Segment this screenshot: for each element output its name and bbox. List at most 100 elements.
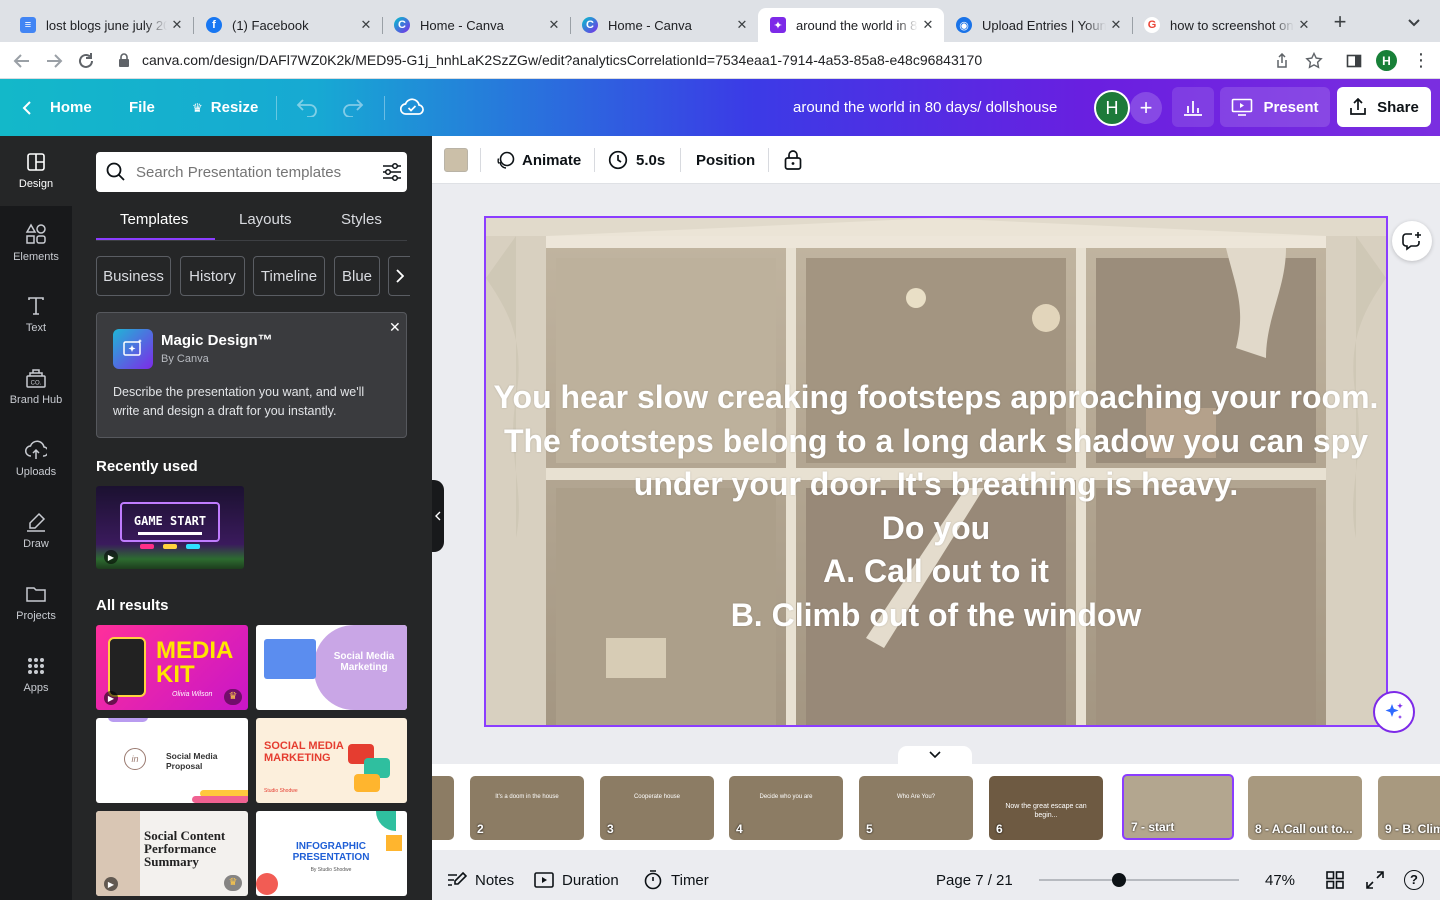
page-thumbnail-current[interactable]: 7 - start — [1122, 774, 1234, 840]
rail-item-apps[interactable]: Apps — [0, 640, 72, 710]
lock-icon[interactable] — [783, 149, 803, 171]
close-icon[interactable]: ✕ — [1106, 17, 1126, 33]
redo-icon[interactable] — [342, 97, 364, 117]
position-button[interactable]: Position — [696, 136, 755, 184]
tab-layouts[interactable]: Layouts — [239, 211, 292, 228]
close-icon[interactable]: ✕ — [544, 17, 564, 33]
page-thumbnail[interactable]: Cooperate house 3 — [600, 776, 714, 840]
home-button[interactable]: Home — [22, 79, 92, 136]
more-menu-icon[interactable]: ⋮ — [1412, 51, 1430, 69]
design-title[interactable]: around the world in 80 days/ dollshouse — [793, 79, 1057, 136]
tab-templates[interactable]: Templates — [120, 211, 188, 228]
browser-tab[interactable]: C Home - Canva ✕ — [382, 8, 571, 42]
result-template-thumbnail[interactable]: Social Media Marketing — [256, 625, 407, 710]
share-page-icon[interactable] — [1270, 49, 1294, 73]
undo-icon[interactable] — [296, 97, 318, 117]
browser-tab[interactable]: C Home - Canva ✕ — [570, 8, 758, 42]
notes-button[interactable]: Notes — [447, 860, 514, 900]
rail-label: Draw — [23, 538, 49, 550]
page-thumbnail[interactable]: 9 - B. Clim — [1378, 776, 1440, 840]
grid-view-icon[interactable] — [1326, 871, 1344, 889]
page-indicator[interactable]: Page 7 / 21 — [936, 860, 1013, 900]
rail-item-projects[interactable]: Projects — [0, 568, 72, 638]
recent-template-thumbnail[interactable]: GAME START ▶ — [96, 486, 244, 569]
filter-chip-blue[interactable]: Blue — [334, 256, 380, 296]
browser-tab[interactable]: f (1) Facebook ✕ — [194, 8, 383, 42]
duration-toggle-button[interactable]: Duration — [534, 860, 619, 900]
file-menu-button[interactable]: File — [129, 79, 155, 136]
help-icon[interactable]: ? — [1404, 870, 1424, 890]
rail-item-text[interactable]: Text — [0, 280, 72, 350]
filter-sliders-icon[interactable] — [381, 162, 403, 182]
back-arrow-icon[interactable] — [10, 49, 34, 73]
chips-scroll-right-button[interactable] — [388, 256, 410, 296]
search-input[interactable] — [136, 163, 366, 181]
close-icon[interactable]: ✕ — [732, 17, 752, 33]
rail-item-draw[interactable]: Draw — [0, 496, 72, 566]
add-collaborator-plus-icon[interactable]: + — [1130, 92, 1162, 124]
slide-story-text[interactable]: You hear slow creaking footsteps approac… — [486, 376, 1386, 637]
page-thumbnail[interactable]: Decide who you are 4 — [729, 776, 843, 840]
animate-button[interactable]: Animate — [496, 136, 581, 184]
design-panel: Templates Layouts Styles Business Histor… — [72, 136, 432, 900]
result-template-thumbnail[interactable]: Social Content Performance Summary ▶ ♛ — [96, 811, 248, 896]
reload-icon[interactable] — [74, 49, 98, 73]
browser-tab[interactable]: ◉ Upload Entries | Youn ✕ — [944, 8, 1133, 42]
lock-icon[interactable] — [118, 53, 130, 68]
bookmark-star-icon[interactable] — [1302, 49, 1326, 73]
duration-button[interactable]: 5.0s — [608, 136, 665, 184]
filmstrip-toggle[interactable] — [898, 746, 972, 764]
zoom-slider-track[interactable] — [1039, 873, 1239, 887]
result-template-thumbnail[interactable]: INFOGRAPHIC PRESENTATION By Studio Shodw… — [256, 811, 407, 896]
present-button[interactable]: Present — [1220, 87, 1330, 127]
browser-tab-active[interactable]: ✦ around the world in 80 ✕ — [758, 8, 944, 42]
template-search-box[interactable] — [96, 152, 407, 192]
add-comment-button[interactable] — [1392, 221, 1432, 261]
close-icon[interactable]: ✕ — [918, 17, 938, 33]
slide-canvas[interactable]: You hear slow creaking footsteps approac… — [486, 218, 1386, 725]
forward-arrow-icon[interactable] — [42, 49, 66, 73]
collapse-panel-handle[interactable] — [432, 480, 444, 552]
zoom-slider-handle[interactable] — [1112, 873, 1126, 887]
rail-item-brand-hub[interactable]: CO. Brand Hub — [0, 352, 72, 422]
rail-item-uploads[interactable]: Uploads — [0, 424, 72, 494]
magic-design-card[interactable]: Magic Design™ By Canva ✕ Describe the pr… — [96, 312, 407, 438]
browser-tab[interactable]: ≡ lost blogs june july 20 ✕ — [8, 8, 194, 42]
browser-tab[interactable]: G how to screenshot on ✕ — [1132, 8, 1320, 42]
choice-option-b: B. Climb out of the window — [730, 596, 1142, 633]
cloud-saved-icon[interactable] — [400, 96, 424, 118]
filter-chip-timeline[interactable]: Timeline — [253, 256, 325, 296]
share-button[interactable]: Share — [1337, 87, 1431, 127]
page-thumbnail[interactable]: 8 - A.Call out to... — [1248, 776, 1362, 840]
close-icon[interactable]: ✕ — [1294, 17, 1314, 33]
result-template-thumbnail[interactable]: SOCIAL MEDIA MARKETING Studio Shodwe — [256, 718, 407, 803]
chevron-down-icon[interactable] — [1406, 14, 1422, 30]
collaborator-avatar[interactable]: H — [1094, 90, 1130, 126]
new-tab-plus-icon[interactable]: + — [1328, 10, 1352, 34]
timer-button[interactable]: Timer — [643, 860, 709, 900]
sidebar-toggle-icon[interactable] — [1342, 49, 1366, 73]
rail-item-elements[interactable]: Elements — [0, 208, 72, 278]
close-icon[interactable]: ✕ — [389, 319, 401, 336]
rail-item-design[interactable]: Design — [0, 136, 72, 206]
zoom-level[interactable]: 47% — [1265, 860, 1295, 900]
filter-chip-business[interactable]: Business — [96, 256, 171, 296]
result-template-thumbnail[interactable]: in Social Media Proposal — [96, 718, 248, 803]
resize-button[interactable]: ♛ Resize — [192, 79, 258, 136]
page-thumbnail[interactable]: Now the great escape can begin... 6 — [989, 776, 1103, 840]
filter-chip-history[interactable]: History — [180, 256, 245, 296]
google-docs-icon: ≡ — [20, 17, 36, 33]
background-color-swatch[interactable] — [444, 148, 468, 172]
insights-chart-icon[interactable] — [1172, 87, 1214, 127]
page-thumbnail[interactable]: It's a doom in the house 2 — [470, 776, 584, 840]
profile-avatar[interactable]: H — [1376, 50, 1397, 71]
url-field[interactable]: canva.com/design/DAFl7WZ0K2k/MED95-G1j_h… — [142, 52, 982, 68]
fullscreen-expand-icon[interactable] — [1366, 871, 1384, 889]
tab-styles[interactable]: Styles — [341, 211, 382, 228]
magic-assistant-button[interactable] — [1373, 691, 1415, 733]
close-icon[interactable]: ✕ — [167, 17, 187, 33]
page-thumbnail[interactable]: Who Are You? 5 — [859, 776, 973, 840]
result-template-thumbnail[interactable]: MEDIA KIT Olivia Wilson ▶ ♛ — [96, 625, 248, 710]
page-thumbnail[interactable] — [432, 776, 454, 840]
close-icon[interactable]: ✕ — [356, 17, 376, 33]
